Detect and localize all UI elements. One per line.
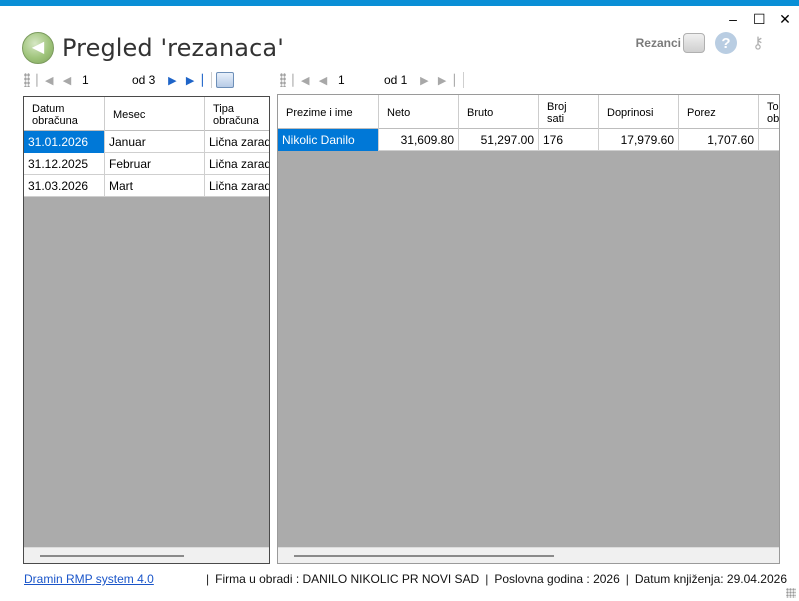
- rezanci-icon: [683, 33, 705, 53]
- table-cell[interactable]: 51,297.00: [459, 129, 539, 151]
- status-separator: |: [625, 572, 629, 586]
- table-cell[interactable]: Januar: [105, 131, 205, 153]
- table-cell[interactable]: 31.03.2026: [24, 175, 105, 197]
- window-controls: – ☐ ✕: [727, 12, 791, 26]
- minimize-button[interactable]: –: [727, 12, 739, 26]
- table-cell[interactable]: [759, 129, 779, 151]
- table-cell[interactable]: Februar: [105, 153, 205, 175]
- toolbar-grip: [280, 73, 286, 87]
- scrollbar-thumb[interactable]: [294, 555, 554, 557]
- horizontal-scrollbar[interactable]: [24, 547, 269, 563]
- horizontal-scrollbar[interactable]: [278, 547, 779, 563]
- scrollbar-thumb[interactable]: [40, 555, 184, 557]
- back-arrow-glyph: ◀: [31, 39, 45, 56]
- next-record-icon[interactable]: ▶: [163, 71, 181, 89]
- close-button[interactable]: ✕: [779, 12, 791, 26]
- table-cell[interactable]: 17,979.60: [599, 129, 679, 151]
- table-cell[interactable]: Lična zarada: [205, 131, 269, 153]
- keys-glyph: ⚷: [752, 35, 764, 52]
- right-record-navigator: ▏◀ ◀ od 1 ▶ ▶▕: [280, 70, 480, 90]
- page-title: Pregled 'rezanaca': [62, 34, 284, 62]
- app-window: – ☐ ✕ ◀ Pregled 'rezanaca' Rezanci ? ⚷ ▏…: [0, 0, 799, 601]
- rezanci-button[interactable]: Rezanci: [636, 33, 705, 53]
- table-row[interactable]: 31.12.2025 Februar Lična zarada: [24, 153, 269, 175]
- product-link[interactable]: Dramin RMP system 4.0: [24, 572, 200, 586]
- first-record-icon[interactable]: ▏◀: [36, 71, 54, 89]
- table-row[interactable]: 31.03.2026 Mart Lična zarada: [24, 175, 269, 197]
- posting-date: Datum knjiženja: 29.04.2026: [634, 572, 787, 586]
- rezanci-label: Rezanci: [635, 36, 681, 50]
- table-cell[interactable]: 31,609.80: [379, 129, 459, 151]
- toolbar-grip: [24, 73, 30, 87]
- previous-record-icon[interactable]: ◀: [314, 71, 332, 89]
- status-separator: |: [206, 572, 210, 586]
- table-cell[interactable]: 1,707.60: [679, 129, 759, 151]
- column-header[interactable]: Mesec: [105, 97, 205, 131]
- right-record-count: od 1: [384, 73, 408, 87]
- keys-icon[interactable]: ⚷: [747, 32, 769, 54]
- right-position-input[interactable]: [336, 71, 384, 89]
- column-header[interactable]: Tipa obračuna: [205, 97, 269, 131]
- column-header[interactable]: Broj sati: [539, 95, 599, 129]
- column-header[interactable]: Datum obračuna: [24, 97, 105, 131]
- status-bar: Dramin RMP system 4.0 | Firma u obradi :…: [0, 568, 799, 590]
- column-header[interactable]: Bruto: [459, 95, 539, 129]
- back-arrow-icon[interactable]: ◀: [22, 32, 54, 64]
- next-record-icon[interactable]: ▶: [415, 71, 433, 89]
- first-record-icon[interactable]: ▏◀: [292, 71, 310, 89]
- column-header[interactable]: Porez: [679, 95, 759, 129]
- table-cell[interactable]: 31.01.2026: [24, 131, 105, 153]
- print-icon[interactable]: [216, 72, 235, 88]
- left-record-count: od 3: [132, 73, 156, 87]
- page-header: ◀ Pregled 'rezanaca': [22, 28, 284, 68]
- last-record-icon[interactable]: ▶▕: [437, 71, 455, 89]
- table-cell[interactable]: 31.12.2025: [24, 153, 105, 175]
- toolbar-icons: Rezanci ? ⚷: [636, 32, 769, 54]
- help-glyph: ?: [721, 34, 731, 52]
- left-record-navigator: ▏◀ ◀ od 3 ▶ ▶▕: [24, 70, 272, 90]
- column-header[interactable]: To obr: [759, 95, 779, 129]
- business-year: Poslovna godina : 2026: [494, 572, 620, 586]
- status-separator: |: [485, 572, 489, 586]
- resize-grip-icon[interactable]: [786, 588, 796, 598]
- table-row[interactable]: 31.01.2026 Januar Lična zarada: [24, 131, 269, 153]
- nav-separator: [211, 72, 213, 88]
- column-header[interactable]: Prezime i ime: [278, 95, 379, 129]
- left-position-input[interactable]: [80, 71, 132, 89]
- grid-header: Prezime i ime Neto Bruto Broj sati Dopri…: [278, 95, 779, 129]
- column-header[interactable]: Doprinosi: [599, 95, 679, 129]
- column-header[interactable]: Neto: [379, 95, 459, 129]
- table-cell[interactable]: 176: [539, 129, 599, 151]
- table-cell[interactable]: Lična zarada: [205, 175, 269, 197]
- help-icon[interactable]: ?: [715, 32, 737, 54]
- grid-header: Datum obračuna Mesec Tipa obračuna: [24, 97, 269, 131]
- last-record-icon[interactable]: ▶▕: [185, 71, 203, 89]
- table-cell[interactable]: Mart: [105, 175, 205, 197]
- employee-detail-grid[interactable]: Prezime i ime Neto Bruto Broj sati Dopri…: [277, 94, 780, 564]
- table-row[interactable]: Nikolic Danilo 31,609.80 51,297.00 176 1…: [278, 129, 779, 151]
- table-cell[interactable]: Nikolic Danilo: [278, 129, 379, 151]
- payroll-list-grid[interactable]: Datum obračuna Mesec Tipa obračuna 31.01…: [23, 96, 270, 564]
- table-cell[interactable]: Lična zarada: [205, 153, 269, 175]
- previous-record-icon[interactable]: ◀: [58, 71, 76, 89]
- maximize-button[interactable]: ☐: [753, 12, 766, 26]
- nav-separator: [463, 72, 465, 88]
- company-info: Firma u obradi : DANILO NIKOLIC PR NOVI …: [215, 572, 480, 586]
